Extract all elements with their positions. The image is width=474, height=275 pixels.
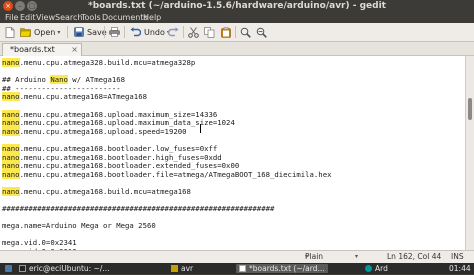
menu-documents[interactable]: Documents [102, 12, 148, 23]
code-line: nano.menu.cpu.atmega168=ATmega168 [2, 92, 332, 102]
close-tab-icon[interactable]: × [71, 44, 78, 56]
open-folder-icon [20, 27, 31, 38]
undo-icon [130, 27, 141, 38]
new-document-button[interactable] [4, 25, 18, 39]
code-text: .menu.cpu.atmega168=ATmega168 [19, 92, 147, 102]
chevron-down-icon: ▾ [305, 253, 309, 260]
text-editor[interactable]: nano.menu.cpu.atmega328.build.mcu=atmega… [0, 56, 465, 250]
paste-button[interactable] [220, 25, 234, 39]
scissors-icon [188, 26, 199, 38]
redo-button[interactable] [168, 25, 182, 39]
code-line: ########################################… [2, 204, 332, 214]
copy-button[interactable] [204, 25, 218, 39]
print-button[interactable] [109, 25, 123, 39]
print-icon [109, 27, 120, 38]
save-icon [73, 27, 84, 38]
save-button[interactable]: Save [73, 25, 107, 39]
code-line: nano.menu.cpu.atmega328.build.mcu=atmega… [2, 58, 332, 68]
search-match-highlight: nano [2, 169, 20, 179]
code-text: mega.name=Arduino Mega or Mega 2560 [2, 221, 156, 231]
taskbar-item-label: *boards.txt (~/ard... [249, 264, 325, 273]
window-title: *boards.txt (~/arduino-1.5.6/hardware/ar… [87, 1, 386, 11]
cut-button[interactable] [188, 25, 202, 39]
search-match-highlight: nano [2, 118, 20, 128]
taskbar-item-label: eric@eciUbuntu: ~/... [29, 264, 110, 273]
find-button[interactable] [240, 25, 254, 39]
menu-edit[interactable]: Edit [20, 12, 36, 23]
toolbar-separator [67, 26, 68, 38]
scrollbar-thumb[interactable] [468, 98, 472, 120]
taskbar-item-gedit[interactable]: *boards.txt (~/ard... [236, 264, 328, 273]
code-line: nano.menu.cpu.atmega168.upload.speed=192… [2, 126, 332, 137]
toolbar-separator [183, 26, 184, 38]
code-line: nano.menu.cpu.atmega168.build.mcu=atmega… [2, 186, 332, 197]
arduino-icon [365, 265, 372, 272]
cursor-position: Ln 162, Col 44 [387, 252, 442, 261]
taskbar-item-arduino[interactable]: Ard [362, 264, 391, 273]
taskbar-item-avr[interactable]: avr [168, 264, 196, 273]
desktop-icon [5, 265, 12, 272]
menu-file[interactable]: File [5, 12, 18, 23]
taskbar-item-label: Ard [375, 264, 388, 273]
editor-content: nano.menu.cpu.atmega328.build.mcu=atmega… [2, 58, 332, 250]
open-label: Open [34, 27, 56, 37]
undo-label: Undo [144, 27, 165, 37]
find-replace-button[interactable] [256, 25, 270, 39]
folder-icon [171, 265, 178, 272]
code-text: .menu.cpu.atmega168.upload.speed=19200 [19, 126, 187, 136]
code-text: ########################################… [2, 204, 275, 214]
code-text: .menu.cpu.atmega168.bootloader.file=atme… [19, 169, 332, 179]
chevron-down-icon: ▾ [355, 253, 359, 260]
terminal-icon [19, 265, 26, 272]
search-match-highlight: nano [2, 126, 20, 136]
toolbar-separator [104, 26, 105, 38]
toolbar-separator [235, 26, 236, 38]
search-icon [240, 27, 251, 38]
system-taskbar: eric@eciUbuntu: ~/... avr *boards.txt (~… [0, 263, 474, 274]
text-cursor [200, 124, 201, 133]
document-tab-bar: *boards.txt × [0, 42, 474, 56]
search-match-highlight: nano [2, 186, 20, 196]
code-line: nano.menu.cpu.atmega168.bootloader.file=… [2, 169, 332, 180]
status-bar: Plain Text ▾ ▾ Ln 162, Col 44 INS [0, 250, 474, 273]
toolbar: Open ▾ Save Undo ▾ [0, 23, 474, 42]
text-editor-icon [239, 265, 246, 272]
open-dropdown-icon[interactable]: ▾ [57, 29, 60, 36]
code-line: mega.name=Arduino Mega or Mega 2560 [2, 221, 332, 231]
undo-button[interactable]: Undo ▾ [130, 25, 170, 39]
search-match-highlight: nano [2, 58, 20, 67]
open-button[interactable]: Open ▾ [20, 25, 60, 39]
menu-tools[interactable]: Tools [81, 12, 101, 23]
taskbar-item-label: avr [181, 264, 194, 273]
clock: 01:44 [449, 264, 471, 273]
paste-icon [220, 26, 231, 38]
redo-icon [168, 27, 179, 38]
menu-view[interactable]: View [36, 12, 55, 23]
tab-boards-txt[interactable]: *boards.txt × [2, 43, 82, 56]
taskbar-item-terminal[interactable]: eric@eciUbuntu: ~/... [16, 264, 113, 273]
copy-icon [204, 26, 215, 38]
new-document-icon [4, 26, 15, 38]
toolbar-separator [124, 26, 125, 38]
menu-bar: File Edit View Search Tools Documents He… [0, 12, 474, 23]
window-titlebar: × – □ *boards.txt (~/arduino-1.5.6/hardw… [0, 0, 474, 12]
search-match-highlight: nano [2, 161, 20, 171]
vertical-scrollbar[interactable] [465, 56, 474, 250]
menu-help[interactable]: Help [143, 12, 161, 23]
menu-search[interactable]: Search [55, 12, 82, 23]
code-text: .menu.cpu.atmega328.build.mcu=atmega328p [19, 58, 196, 67]
search-match-highlight: nano [2, 92, 20, 102]
find-replace-icon [256, 27, 267, 38]
search-match-highlight: nano [2, 143, 20, 153]
tab-label: *boards.txt [10, 45, 55, 54]
code-text: .menu.cpu.atmega168.build.mcu=atmega168 [19, 186, 191, 196]
insert-mode: INS [451, 252, 464, 261]
